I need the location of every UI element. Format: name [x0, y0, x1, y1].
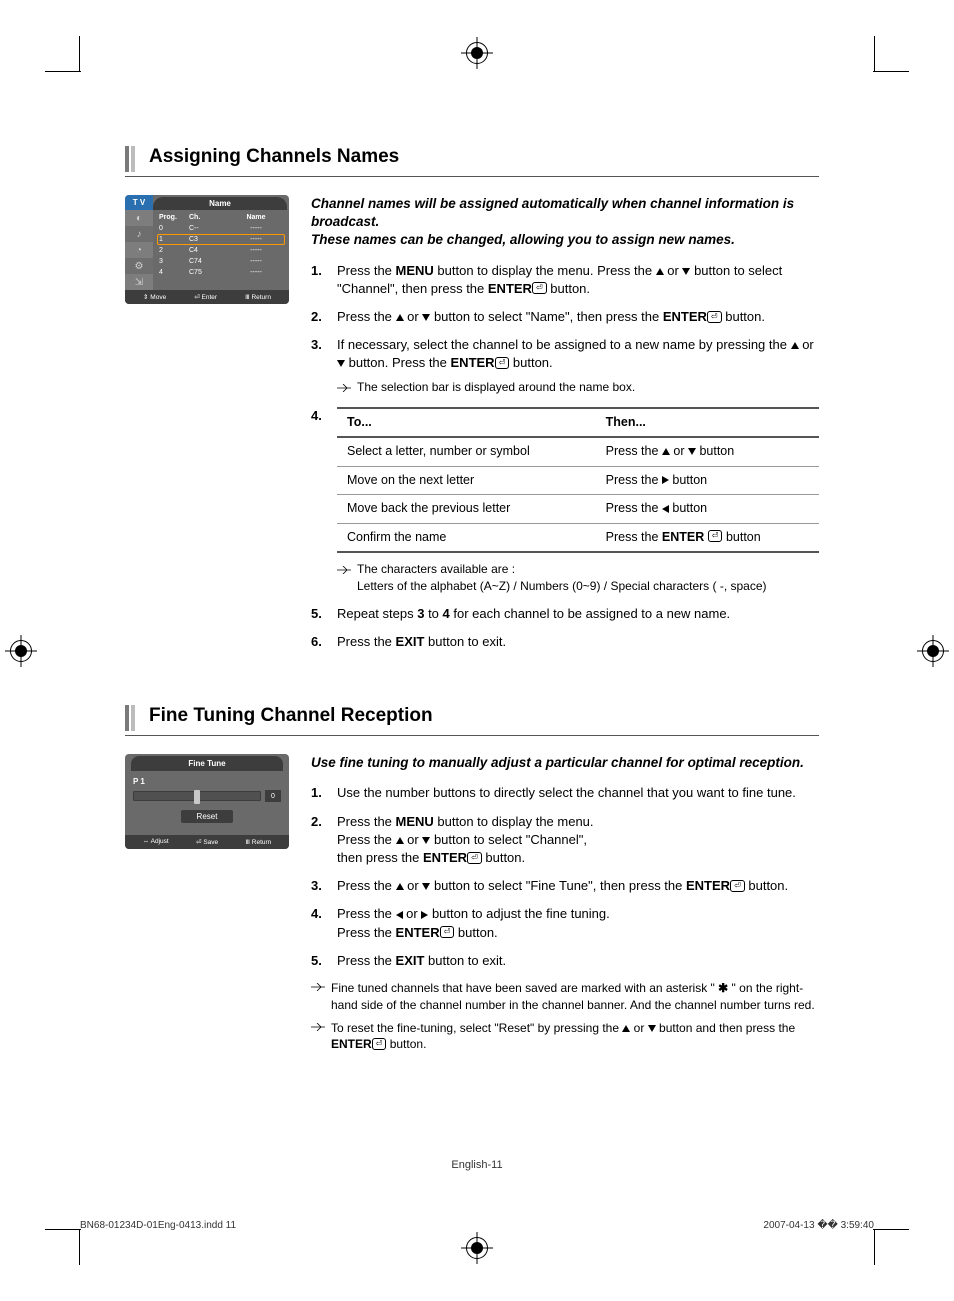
- step-item: To... Then... Select a letter, number or…: [311, 407, 819, 595]
- right-arrow-icon: [662, 476, 669, 484]
- note-arrow-icon: [311, 1020, 331, 1054]
- channel-icon: ◔: [125, 242, 153, 258]
- step-item: Press the MENU button to display the men…: [311, 813, 819, 868]
- osd-title: Fine Tune: [131, 756, 283, 771]
- table-row: Confirm the name Press the ENTER ⏎ butto…: [337, 523, 819, 552]
- osd-col-ch: Ch.: [189, 214, 229, 221]
- action-table: To... Then... Select a letter, number or…: [337, 407, 819, 554]
- page-number: English-11: [0, 1159, 954, 1171]
- osd-row: 3 C74 -----: [157, 256, 285, 267]
- step-item: Press the or button to select "Fine Tune…: [311, 877, 819, 895]
- heading-text: Fine Tuning Channel Reception: [149, 705, 433, 731]
- footnote: Fine tuned channels that have been saved…: [311, 980, 819, 1014]
- source-file: BN68-01234D-01Eng-0413.indd 11: [80, 1220, 236, 1231]
- enter-icon: ⏎: [730, 880, 745, 892]
- table-row: Select a letter, number or symbol Press …: [337, 437, 819, 466]
- osd-row: 4 C75 -----: [157, 267, 285, 278]
- picture-icon: ◐: [125, 210, 153, 226]
- print-footer: BN68-01234D-01Eng-0413.indd 11 2007-04-1…: [80, 1220, 874, 1231]
- registration-mark-icon: [466, 42, 488, 64]
- enter-icon: ⏎: [707, 311, 722, 323]
- registration-mark-icon: [922, 640, 944, 662]
- up-arrow-icon: [656, 268, 664, 275]
- note-arrow-icon: [311, 980, 331, 1014]
- input-icon: ⇲: [125, 274, 153, 290]
- up-arrow-icon: [791, 342, 799, 349]
- step-item: Press the EXIT button to exit.: [311, 952, 819, 970]
- table-header: To...: [337, 408, 596, 438]
- down-arrow-icon: [648, 1025, 656, 1032]
- osd-row: 0 C-- -----: [157, 223, 285, 234]
- osd-title: Name: [153, 197, 287, 210]
- step-item: Repeat steps 3 to 4 for each channel to …: [311, 605, 819, 623]
- note-arrow-icon: [337, 561, 357, 595]
- osd-col-name: Name: [229, 214, 283, 221]
- table-row: Move back the previous letter Press the …: [337, 495, 819, 524]
- step-item: Use the number buttons to directly selec…: [311, 784, 819, 802]
- enter-icon: ⏎: [372, 1038, 387, 1050]
- print-timestamp: 2007-04-13 �� 3:59:40: [763, 1220, 874, 1231]
- step-item: If necessary, select the channel to be a…: [311, 336, 819, 397]
- osd-row: 2 C4 -----: [157, 245, 285, 256]
- sound-icon: ♪: [125, 226, 153, 242]
- osd-hint-move: ⇕ Move: [143, 293, 166, 301]
- up-arrow-icon: [396, 883, 404, 890]
- table-row: Move on the next letter Press the button: [337, 466, 819, 495]
- osd-reset-button: Reset: [181, 810, 233, 823]
- registration-mark-icon: [10, 640, 32, 662]
- step-item: Press the or button to select "Name", th…: [311, 308, 819, 326]
- sub-note: The selection bar is displayed around th…: [357, 379, 635, 397]
- osd-fine-tune: Fine Tune P 1 0 Reset ⇔ Adjust ⏎ Save Ⅲ …: [125, 754, 289, 849]
- down-arrow-icon: [337, 360, 345, 367]
- osd-row-selected: 1 C3 -----: [157, 234, 285, 245]
- step-item: Press the or button to adjust the fine t…: [311, 905, 819, 941]
- section-heading: Fine Tuning Channel Reception: [125, 705, 819, 731]
- up-arrow-icon: [662, 448, 670, 455]
- enter-icon: ⏎: [440, 926, 455, 938]
- footnote: To reset the fine-tuning, select "Reset"…: [311, 1020, 819, 1054]
- setup-icon: ⚙: [125, 258, 153, 274]
- table-header: Then...: [596, 408, 819, 438]
- sub-note: The characters available are : Letters o…: [357, 561, 767, 595]
- osd-hint-return: Ⅲ Return: [245, 293, 271, 301]
- osd-sidebar-icons: ◐ ♪ ◔ ⚙ ⇲: [125, 210, 153, 290]
- osd-hint-adjust: ⇔ Adjust: [143, 838, 169, 846]
- fine-tune-value: 0: [265, 790, 281, 802]
- up-arrow-icon: [396, 314, 404, 321]
- step-item: Press the MENU button to display the men…: [311, 262, 819, 298]
- osd-hint-save: ⏎ Save: [196, 838, 218, 846]
- osd-col-prog: Prog.: [159, 214, 189, 221]
- down-arrow-icon: [688, 448, 696, 455]
- intro-text: Use fine tuning to manually adjust a par…: [311, 754, 819, 772]
- left-arrow-icon: [396, 911, 403, 919]
- left-arrow-icon: [662, 505, 669, 513]
- osd-tv-label: T V: [125, 195, 153, 210]
- note-arrow-icon: [337, 379, 357, 397]
- heading-text: Assigning Channels Names: [149, 146, 399, 172]
- fine-tune-slider: [133, 791, 261, 801]
- registration-mark-icon: [466, 1237, 488, 1259]
- enter-icon: ⏎: [708, 530, 723, 542]
- intro-text: Channel names will be assigned automatic…: [311, 195, 819, 250]
- osd-name-menu: T V Name ◐ ♪ ◔ ⚙ ⇲ Prog. Ch.: [125, 195, 289, 304]
- osd-program-label: P 1: [133, 777, 281, 786]
- step-item: Press the EXIT button to exit.: [311, 633, 819, 651]
- up-arrow-icon: [396, 837, 404, 844]
- enter-icon: ⏎: [467, 852, 482, 864]
- slider-thumb-icon: [194, 790, 200, 804]
- osd-hint-return: Ⅲ Return: [245, 838, 271, 846]
- osd-hint-enter: ⏎ Enter: [194, 293, 217, 301]
- enter-icon: ⏎: [532, 282, 547, 294]
- section-heading: Assigning Channels Names: [125, 146, 819, 172]
- enter-icon: ⏎: [495, 357, 510, 369]
